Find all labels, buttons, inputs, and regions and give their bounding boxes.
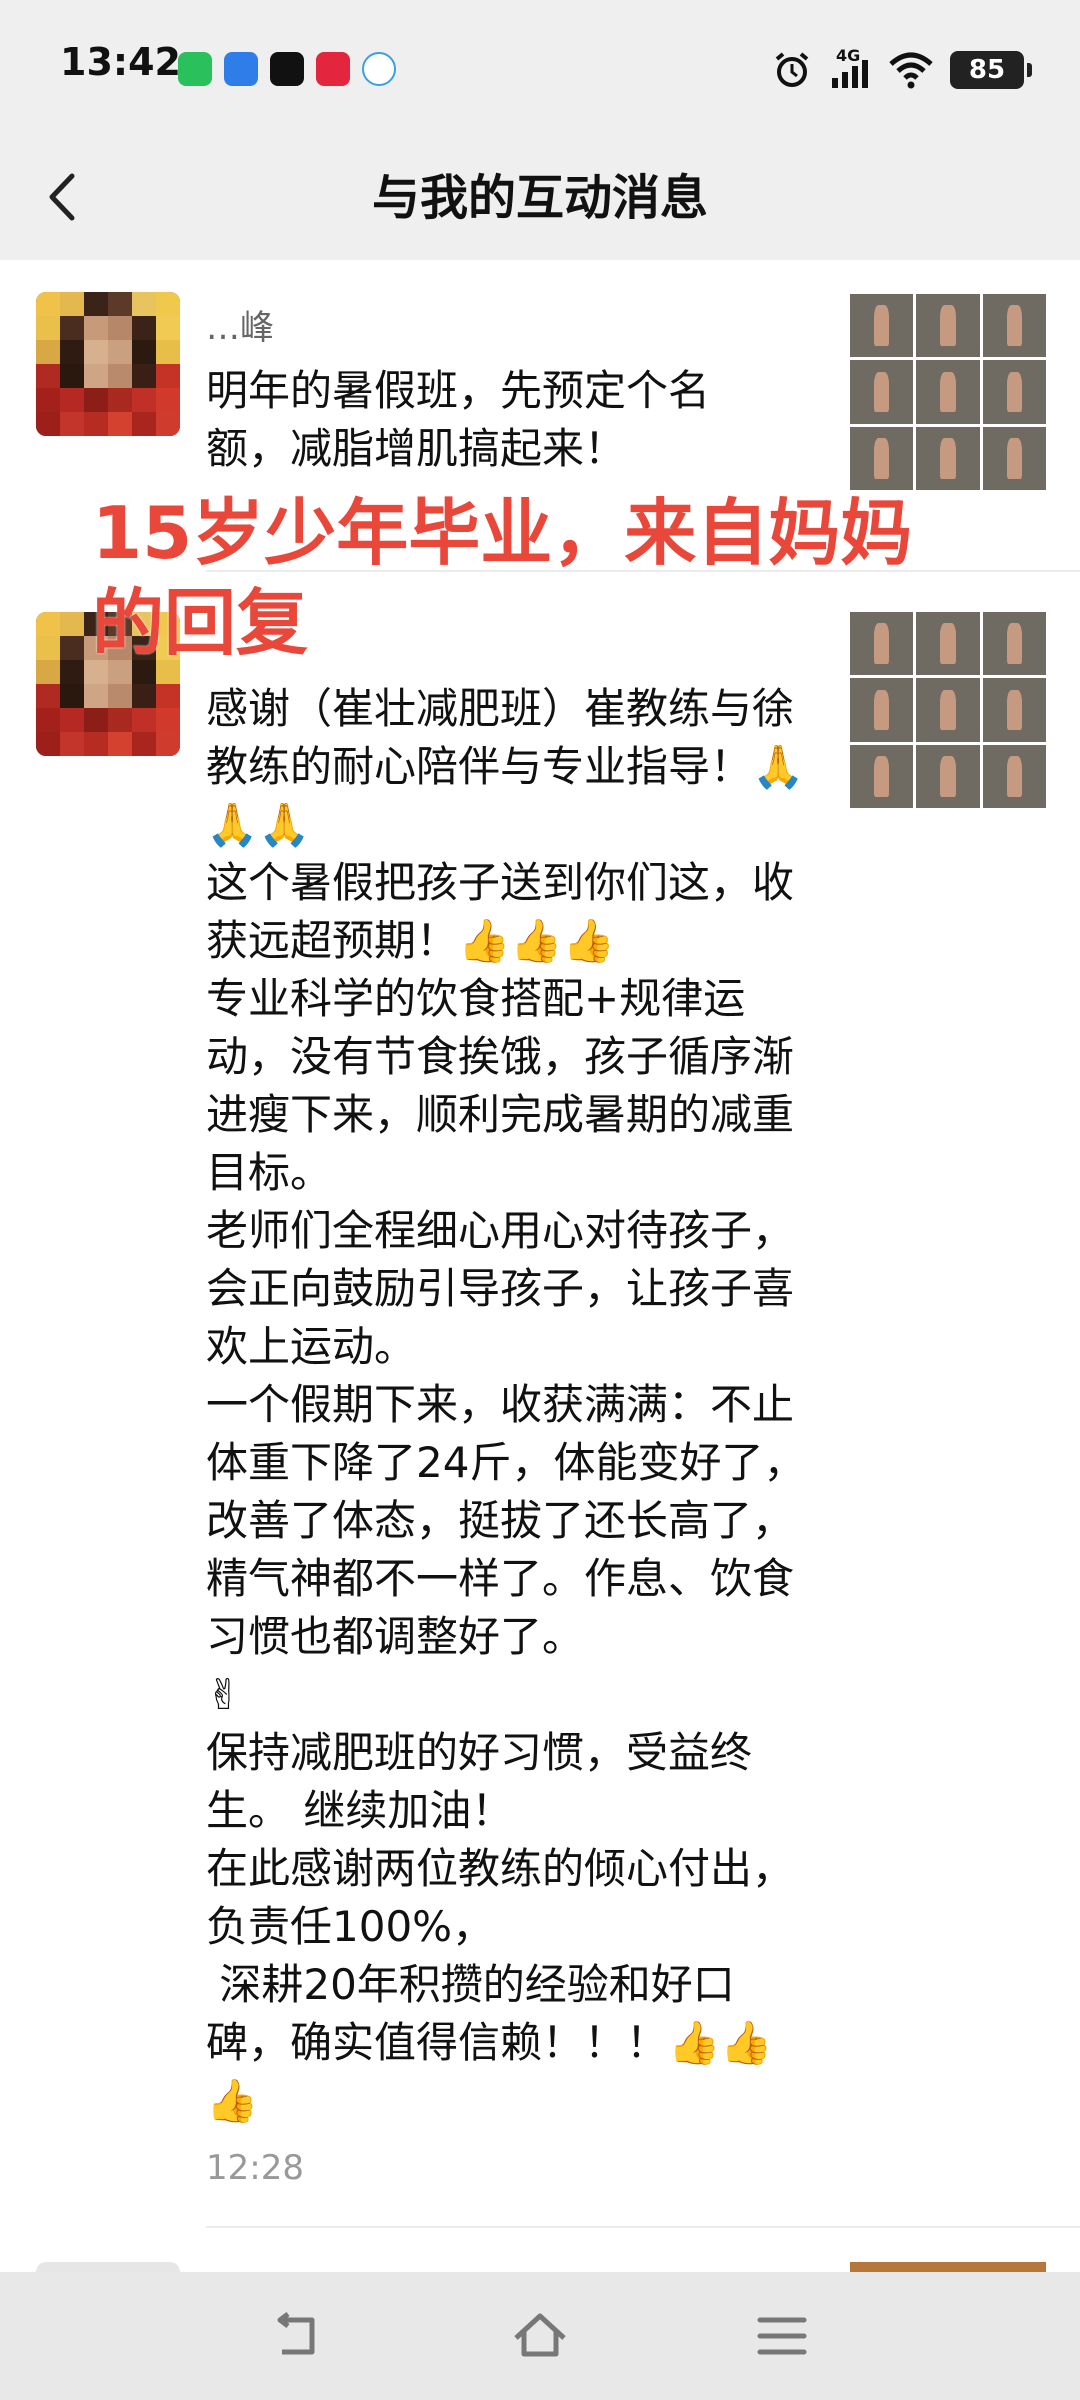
menu-nav-icon[interactable]	[752, 2306, 812, 2366]
wechat-app-icon	[178, 52, 212, 86]
back-nav-icon[interactable]	[268, 2306, 328, 2366]
post-thumbnail[interactable]	[850, 294, 1046, 490]
post-thumbnail[interactable]	[850, 2262, 1046, 2272]
message-text: 感谢（崔壮减肥班）崔教练与徐教练的耐心陪伴与专业指导！🙏🙏🙏 这个暑假把孩子送到…	[206, 684, 806, 2125]
signal-icon	[832, 60, 868, 88]
tiktok-app-icon	[270, 52, 304, 86]
overlay-caption: 15岁少年毕业，来自妈妈 的回复	[92, 491, 913, 665]
red-app-icon	[316, 52, 350, 86]
battery-level: 85	[950, 51, 1032, 89]
avatar[interactable]	[36, 2262, 180, 2272]
wifi-icon	[889, 52, 933, 89]
status-bar: 13:42 4G 85	[0, 0, 1080, 136]
divider	[206, 2226, 1080, 2228]
back-arrow-icon[interactable]	[30, 162, 100, 232]
header: 与我的互动消息	[0, 136, 1080, 260]
signal-indicator: 4G	[828, 48, 872, 90]
avatar[interactable]	[36, 292, 180, 436]
home-nav-icon[interactable]	[510, 2306, 570, 2366]
status-time: 13:42	[60, 40, 181, 84]
system-nav-bar	[0, 2272, 1080, 2400]
browser-app-icon	[362, 52, 396, 86]
page-title: 与我的互动消息	[371, 170, 708, 226]
message-time: 12:28	[206, 2148, 304, 2188]
alarm-icon	[775, 52, 809, 87]
blue-app-icon	[224, 52, 258, 86]
message-text: 明年的暑假班，先预定个名额，减脂增肌搞起来！	[206, 366, 711, 473]
username[interactable]: …峰	[206, 300, 274, 349]
